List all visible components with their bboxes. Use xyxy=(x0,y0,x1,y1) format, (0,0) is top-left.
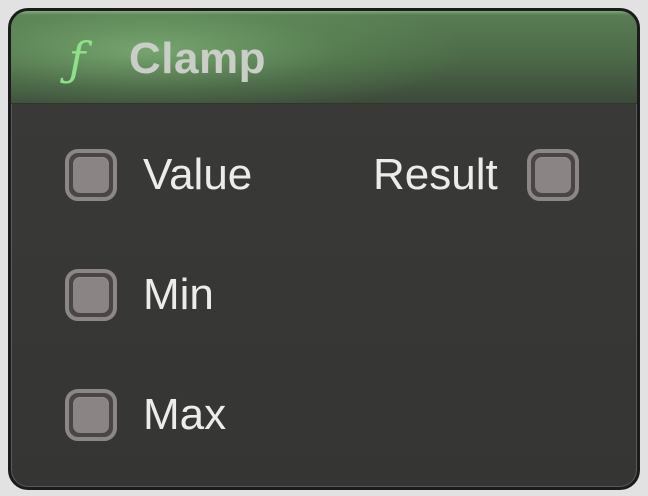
input-pin-value[interactable] xyxy=(65,149,117,201)
input-pin-min[interactable] xyxy=(65,269,117,321)
input-label-min: Min xyxy=(143,270,214,319)
node-header[interactable]: ƒ Clamp xyxy=(11,11,637,104)
input-label-max: Max xyxy=(143,390,227,439)
node-title: Clamp xyxy=(129,34,266,83)
pin-socket-icon xyxy=(535,157,571,193)
graph-canvas: ƒ Clamp Value Result Min Max xyxy=(0,0,648,496)
function-icon: ƒ xyxy=(68,32,86,86)
input-pin-max[interactable] xyxy=(65,389,117,441)
pin-socket-icon xyxy=(73,397,109,433)
pin-socket-icon xyxy=(73,277,109,313)
output-label-result: Result xyxy=(373,150,498,199)
output-pin-result[interactable] xyxy=(527,149,579,201)
input-label-value: Value xyxy=(143,150,253,199)
clamp-node[interactable]: ƒ Clamp Value Result Min Max xyxy=(8,8,640,490)
pin-socket-icon xyxy=(73,157,109,193)
